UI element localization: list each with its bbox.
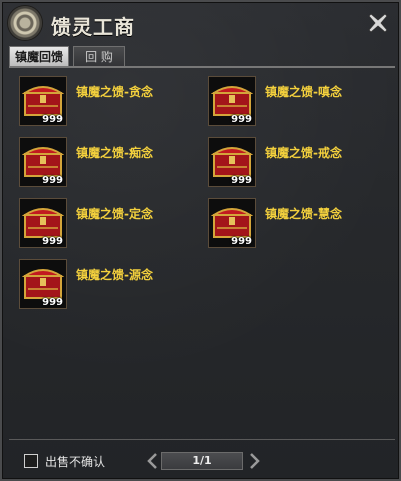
list-item[interactable]: 999 镇魔之馈-痴念 [14, 133, 198, 191]
tab-bar: 镇魔回馈 回 购 [9, 46, 395, 68]
item-quantity: 999 [231, 114, 252, 125]
item-slot[interactable]: 999 [208, 137, 256, 187]
item-quantity: 999 [42, 114, 63, 125]
item-quantity: 999 [231, 236, 252, 247]
close-button[interactable] [366, 11, 390, 35]
item-name: 镇魔之馈-嗔念 [265, 85, 342, 99]
item-quantity: 999 [42, 236, 63, 247]
title-bar: 馈灵工商 [2, 2, 399, 46]
no-confirm-label: 出售不确认 [45, 455, 106, 469]
item-slot[interactable]: 999 [19, 76, 67, 126]
close-icon [368, 13, 388, 33]
item-slot[interactable]: 999 [19, 198, 67, 248]
prev-page-button[interactable] [146, 452, 160, 470]
gear-icon [8, 6, 42, 40]
item-quantity: 999 [231, 175, 252, 186]
list-item[interactable]: 999 镇魔之馈-戒念 [203, 133, 387, 191]
no-confirm-checkbox[interactable] [24, 454, 38, 468]
tab-feedback[interactable]: 镇魔回馈 [9, 46, 69, 66]
chevron-right-icon [250, 453, 260, 469]
shop-window: 馈灵工商 镇魔回馈 回 购 999 镇魔之馈-贪念 999 镇魔之馈-嗔念 99… [0, 0, 401, 481]
chevron-left-icon [147, 453, 157, 469]
item-name: 镇魔之馈-痴念 [76, 146, 153, 160]
item-slot[interactable]: 999 [208, 198, 256, 248]
item-slot[interactable]: 999 [19, 259, 67, 309]
item-name: 镇魔之馈-慧念 [265, 207, 342, 221]
page-indicator: 1/1 [161, 452, 243, 470]
list-item[interactable]: 999 镇魔之馈-慧念 [203, 194, 387, 252]
item-name: 镇魔之馈-戒念 [265, 146, 342, 160]
item-name: 镇魔之馈-定念 [76, 207, 153, 221]
item-name: 镇魔之馈-源念 [76, 268, 153, 282]
item-quantity: 999 [42, 297, 63, 308]
tab-buyback[interactable]: 回 购 [73, 46, 125, 66]
list-item[interactable]: 999 镇魔之馈-贪念 [14, 72, 198, 130]
item-slot[interactable]: 999 [19, 137, 67, 187]
item-slot[interactable]: 999 [208, 76, 256, 126]
item-grid: 999 镇魔之馈-贪念 999 镇魔之馈-嗔念 999 镇魔之馈-痴念 999 … [14, 72, 392, 432]
list-item[interactable]: 999 镇魔之馈-嗔念 [203, 72, 387, 130]
list-item[interactable]: 999 镇魔之馈-源念 [14, 255, 198, 313]
window-title: 馈灵工商 [51, 15, 135, 39]
next-page-button[interactable] [247, 452, 261, 470]
item-quantity: 999 [42, 175, 63, 186]
item-name: 镇魔之馈-贪念 [76, 85, 153, 99]
footer-bar: 出售不确认 1/1 [9, 439, 395, 480]
list-item[interactable]: 999 镇魔之馈-定念 [14, 194, 198, 252]
